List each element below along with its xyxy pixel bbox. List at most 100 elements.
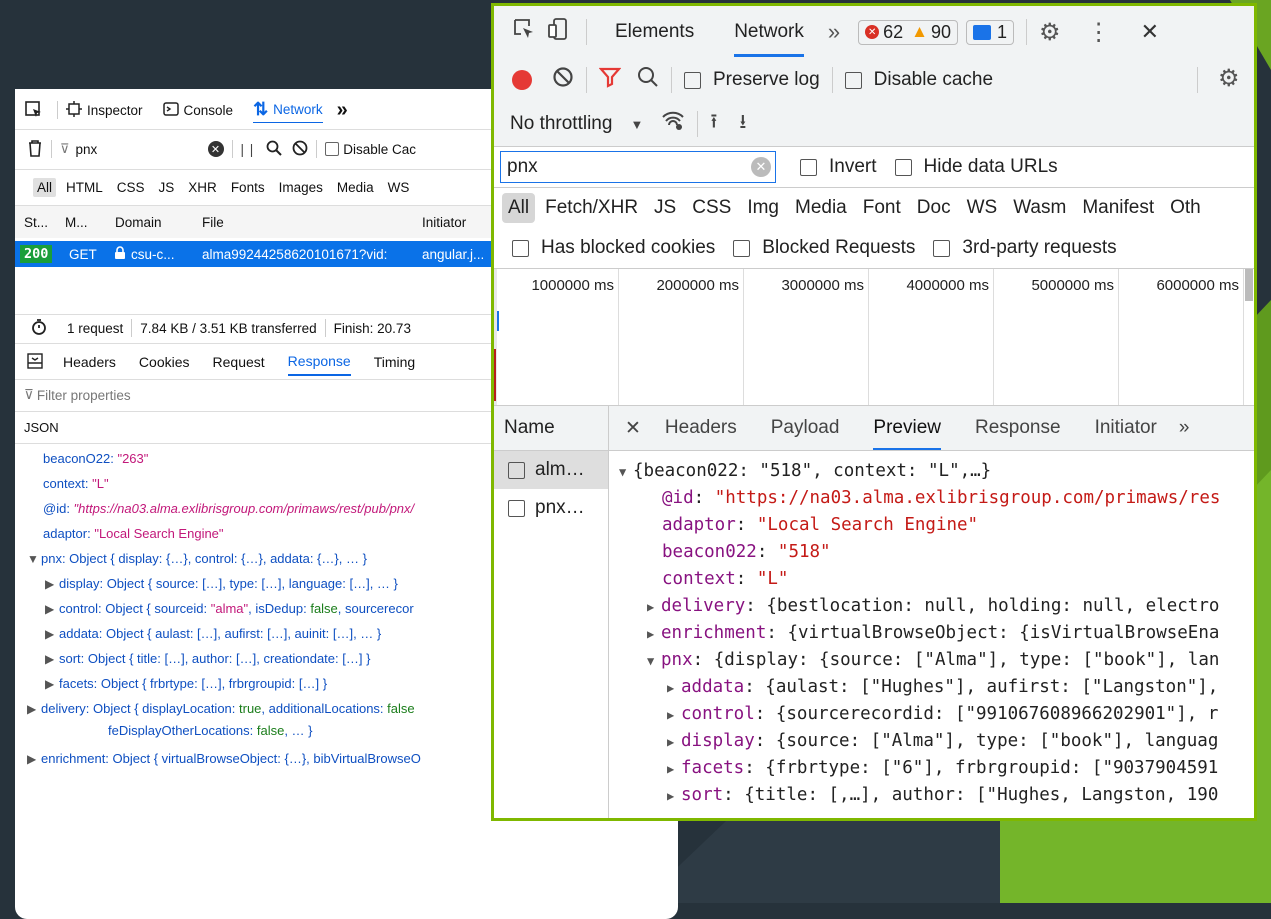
column-method[interactable]: M... (65, 215, 88, 230)
preview-line[interactable]: ▶ delivery: {bestlocation: null, holding:… (647, 596, 1219, 616)
expanded-triangle-icon[interactable]: ▼ (647, 654, 661, 668)
block-icon[interactable] (292, 140, 308, 159)
preview-line[interactable]: @id: "https://na03.alma.exlibrisgroup.co… (662, 488, 1220, 508)
preview-line[interactable]: ▼ pnx: {display: {source: ["Alma"], type:… (647, 650, 1219, 670)
more-tabs-button[interactable]: » (828, 19, 840, 45)
type-filter-css[interactable]: CSS (113, 178, 149, 197)
type-filter-font[interactable]: Font (857, 193, 907, 223)
tab-response[interactable]: Response (975, 417, 1061, 439)
row-checkbox[interactable] (508, 461, 525, 479)
type-filter-all[interactable]: All (33, 177, 57, 197)
tab-console[interactable]: Console (162, 101, 233, 120)
trash-icon[interactable] (27, 139, 43, 160)
expanded-triangle-icon[interactable]: ▼ (27, 552, 41, 566)
tab-network[interactable]: ⇅ Network (253, 97, 323, 123)
filter-urls-input[interactable]: pnx (76, 142, 206, 157)
collapsed-triangle-icon[interactable]: ▶ (667, 708, 681, 722)
preview-line[interactable]: ▶ sort: {title: [,…], author: ["Hughes, L… (667, 785, 1218, 805)
column-file[interactable]: File (202, 215, 224, 230)
tab-timing[interactable]: Timing (374, 354, 416, 370)
collapsed-triangle-icon[interactable]: ▶ (667, 681, 681, 695)
clear-filter-icon[interactable]: ✕ (751, 157, 771, 177)
close-icon[interactable]: ✕ (1141, 19, 1159, 45)
list-item[interactable]: alm… (494, 451, 608, 489)
type-filter-oth[interactable]: Oth (1164, 193, 1207, 223)
preview-line[interactable]: adaptor: "Local Search Engine" (662, 515, 978, 535)
list-item[interactable]: pnx… (494, 489, 608, 527)
preview-line[interactable]: ▶ enrichment: {virtualBrowseObject: {isVi… (647, 623, 1219, 643)
type-filter-css[interactable]: CSS (686, 193, 737, 223)
type-filter-fetch-xhr[interactable]: Fetch/XHR (539, 193, 644, 223)
collapsed-triangle-icon[interactable]: ▶ (667, 735, 681, 749)
collapsed-triangle-icon[interactable]: ▶ (667, 762, 681, 776)
invert-checkbox[interactable] (800, 158, 817, 176)
tab-response[interactable]: Response (287, 348, 351, 376)
preview-line[interactable]: beacon022: "518" (662, 542, 831, 562)
settings-gear-icon[interactable]: ⚙ (1039, 18, 1061, 47)
preview-line[interactable]: ▼ {beacon022: "518", context: "L",…} (619, 461, 991, 481)
chevron-down-icon[interactable]: ▼ (630, 117, 643, 132)
preserve-log-checkbox[interactable] (684, 71, 701, 89)
preview-line[interactable]: ▶ facets: {frbrtype: ["6"], frbrgroupid: … (667, 758, 1218, 778)
preview-line[interactable]: ▶ display: {source: ["Alma"], type: ["boo… (667, 731, 1218, 751)
messages-counter[interactable]: 1 (966, 19, 1015, 45)
tab-cookies[interactable]: Cookies (139, 354, 190, 370)
collapsed-triangle-icon[interactable]: ▶ (647, 600, 661, 614)
third-party-checkbox[interactable] (933, 239, 951, 257)
tab-network[interactable]: Network (734, 8, 804, 57)
tab-payload[interactable]: Payload (771, 417, 840, 439)
type-filter-js[interactable]: JS (155, 178, 179, 197)
type-filter-xhr[interactable]: XHR (184, 178, 221, 197)
device-toolbar-icon[interactable] (546, 17, 570, 47)
type-filter-ws[interactable]: WS (384, 178, 414, 197)
timeline-overview[interactable]: 1000000 ms 2000000 ms 3000000 ms 4000000 ms… (494, 269, 1254, 406)
tab-initiator[interactable]: Initiator (1095, 417, 1157, 439)
tab-inspector[interactable]: Inspector (66, 100, 143, 120)
expanded-triangle-icon[interactable]: ▼ (619, 465, 633, 479)
type-filter-html[interactable]: HTML (62, 178, 107, 197)
collapsed-triangle-icon[interactable]: ▶ (45, 652, 59, 666)
preview-line[interactable]: ▶ addata: {aulast: ["Hughes"], aufirst: [… (667, 677, 1218, 697)
hide-data-urls-checkbox[interactable] (894, 158, 912, 176)
pick-element-icon[interactable] (25, 101, 49, 119)
type-filter-js[interactable]: JS (648, 193, 682, 223)
more-detail-tabs-button[interactable]: » (1179, 417, 1190, 439)
collapsed-triangle-icon[interactable]: ▶ (45, 602, 59, 616)
tab-elements[interactable]: Elements (615, 21, 694, 43)
has-blocked-cookies-checkbox[interactable] (512, 239, 529, 257)
search-icon[interactable] (266, 140, 282, 159)
type-filter-fonts[interactable]: Fonts (227, 178, 269, 197)
tab-preview[interactable]: Preview (873, 406, 941, 450)
type-filter-wasm[interactable]: Wasm (1007, 193, 1072, 223)
blocked-requests-checkbox[interactable] (733, 239, 751, 257)
type-filter-img[interactable]: Img (741, 193, 785, 223)
panel-toggle-icon[interactable] (27, 352, 43, 372)
column-domain[interactable]: Domain (115, 215, 162, 230)
type-filter-media[interactable]: Media (333, 178, 378, 197)
clear-icon[interactable] (552, 66, 574, 94)
disable-cache-checkbox[interactable] (844, 71, 862, 89)
more-tools-button[interactable]: » (337, 99, 348, 122)
more-options-icon[interactable]: ⋮ (1087, 18, 1111, 47)
type-filter-all[interactable]: All (502, 193, 536, 223)
record-icon[interactable] (512, 70, 532, 90)
type-filter-images[interactable]: Images (275, 178, 327, 197)
select-element-icon[interactable] (512, 17, 536, 47)
import-har-icon[interactable]: ⭱ (710, 107, 717, 141)
type-filter-doc[interactable]: Doc (911, 193, 957, 223)
filter-funnel-icon[interactable] (598, 66, 622, 94)
collapsed-triangle-icon[interactable]: ▶ (27, 752, 41, 766)
row-checkbox[interactable] (508, 499, 525, 517)
filter-input[interactable]: pnx ✕ (500, 151, 776, 183)
column-initiator[interactable]: Initiator (422, 215, 466, 230)
collapsed-triangle-icon[interactable]: ▶ (647, 627, 661, 641)
search-icon[interactable] (637, 66, 659, 94)
export-har-icon[interactable]: ⭳ (739, 107, 746, 141)
type-filter-media[interactable]: Media (789, 193, 853, 223)
preview-line[interactable]: ▶ control: {sourcerecordid: ["99106760896… (667, 704, 1218, 724)
issues-counter[interactable]: ✕ 62 ▲ 90 (858, 19, 959, 45)
close-detail-icon[interactable]: ✕ (625, 417, 641, 440)
throttling-select[interactable]: No throttling (510, 113, 612, 135)
collapsed-triangle-icon[interactable]: ▶ (667, 789, 681, 803)
network-conditions-icon[interactable] (661, 110, 685, 138)
